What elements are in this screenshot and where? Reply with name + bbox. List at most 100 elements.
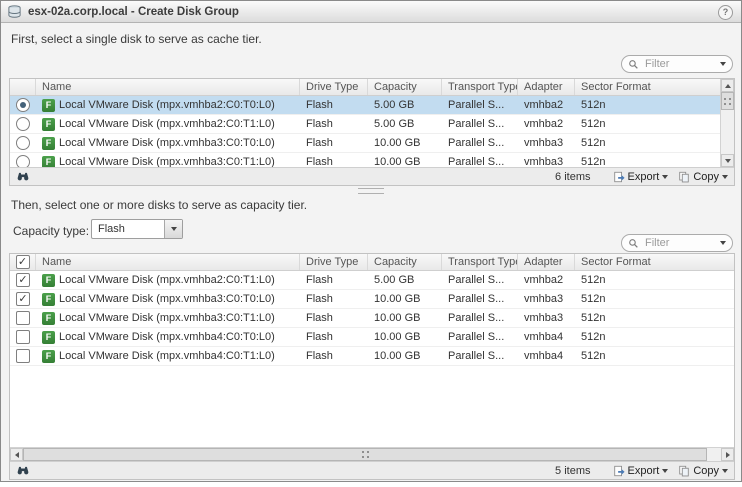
capacity-table-header: Name Drive Type Capacity Transport Type … — [10, 254, 734, 271]
table-row[interactable]: FLocal VMware Disk (mpx.vmhba2:C0:T0:L0)… — [10, 96, 720, 115]
column-header-adapter[interactable]: Adapter — [518, 79, 575, 95]
column-header-name[interactable]: Name — [36, 254, 300, 270]
transport-type-cell: Parallel S... — [442, 309, 518, 327]
dialog-titlebar: esx-02a.corp.local - Create Disk Group ? — [1, 1, 741, 23]
capacity-cell: 5.00 GB — [368, 96, 442, 114]
disk-name: Local VMware Disk (mpx.vmhba3:C0:T1:L0) — [59, 153, 275, 167]
disk-name: Local VMware Disk (mpx.vmhba2:C0:T1:L0) — [59, 115, 275, 133]
table-row[interactable]: FLocal VMware Disk (mpx.vmhba2:C0:T1:L0)… — [10, 271, 734, 290]
scrollbar-thumb[interactable] — [23, 448, 707, 461]
cache-filter-box[interactable] — [621, 55, 733, 73]
scrollbar-track[interactable] — [721, 92, 734, 154]
drive-type-cell: Flash — [300, 271, 368, 289]
capacity-table-body: FLocal VMware Disk (mpx.vmhba2:C0:T1:L0)… — [10, 271, 734, 447]
transport-type-cell: Parallel S... — [442, 115, 518, 133]
table-row[interactable]: FLocal VMware Disk (mpx.vmhba4:C0:T1:L0)… — [10, 347, 734, 366]
export-icon — [613, 171, 625, 183]
scrollbar-thumb[interactable] — [721, 92, 734, 110]
binoculars-filter-icon[interactable] — [16, 170, 30, 183]
column-header-capacity[interactable]: Capacity — [368, 79, 442, 95]
row-checkbox[interactable] — [16, 311, 30, 325]
row-checkbox[interactable] — [16, 273, 30, 287]
flash-disk-icon: F — [42, 312, 55, 325]
scroll-right-button[interactable] — [721, 448, 734, 461]
cache-filter-input[interactable] — [643, 57, 720, 71]
cache-disk-table: Name Drive Type Capacity Transport Type … — [9, 78, 735, 186]
sector-format-cell: 512n — [575, 271, 734, 289]
cache-filter-dropdown-icon[interactable] — [720, 62, 726, 66]
capacity-filter-box[interactable] — [621, 234, 733, 252]
sector-format-cell: 512n — [575, 96, 720, 114]
adapter-cell: vmhba4 — [518, 328, 575, 346]
capacity-cell: 10.00 GB — [368, 134, 442, 152]
sector-format-cell: 512n — [575, 309, 734, 327]
disk-name: Local VMware Disk (mpx.vmhba3:C0:T1:L0) — [59, 309, 275, 327]
flash-disk-icon: F — [42, 293, 55, 306]
capacity-type-select[interactable]: Flash — [91, 219, 183, 239]
table-row[interactable]: F Local VMware Disk (mpx.vmhba3:C0:T1:L0)… — [10, 309, 734, 328]
table-row[interactable]: FLocal VMware Disk (mpx.vmhba4:C0:T0:L0)… — [10, 328, 734, 347]
scroll-down-button[interactable] — [721, 154, 734, 167]
row-checkbox[interactable] — [16, 349, 30, 363]
export-button[interactable]: Export — [613, 171, 669, 183]
capacity-filter-input[interactable] — [643, 236, 720, 250]
copy-icon — [678, 465, 690, 477]
transport-type-cell: Parallel S... — [442, 96, 518, 114]
select-all-checkbox[interactable] — [16, 255, 30, 269]
capacity-cell: 10.00 GB — [368, 153, 442, 167]
copy-label: Copy — [693, 171, 719, 183]
scroll-left-button[interactable] — [10, 448, 23, 461]
column-header-sector-format[interactable]: Sector Format — [575, 254, 734, 270]
copy-button[interactable]: Copy — [678, 465, 728, 477]
copy-button[interactable]: Copy — [678, 171, 728, 183]
drive-type-cell: Flash — [300, 96, 368, 114]
radio-button[interactable] — [16, 117, 30, 131]
column-header-adapter[interactable]: Adapter — [518, 254, 575, 270]
splitter-handle[interactable] — [1, 188, 741, 194]
disk-group-icon — [7, 4, 22, 19]
copy-dropdown-icon — [722, 175, 728, 179]
table-row[interactable]: FLocal VMware Disk (mpx.vmhba3:C0:T1:L0)… — [10, 153, 720, 167]
drive-type-cell: Flash — [300, 134, 368, 152]
sector-format-cell: 512n — [575, 134, 720, 152]
adapter-cell: vmhba4 — [518, 347, 575, 365]
adapter-cell: vmhba2 — [518, 271, 575, 289]
sector-format-cell: 512n — [575, 347, 734, 365]
row-checkbox[interactable] — [16, 330, 30, 344]
dialog-title: esx-02a.corp.local - Create Disk Group — [28, 6, 239, 18]
radio-button[interactable] — [16, 136, 30, 150]
radio-button[interactable] — [16, 155, 30, 167]
help-icon[interactable]: ? — [718, 5, 733, 20]
column-header-transport-type[interactable]: Transport Type — [442, 79, 518, 95]
horizontal-scrollbar[interactable] — [10, 447, 734, 461]
disk-name: Local VMware Disk (mpx.vmhba2:C0:T0:L0) — [59, 96, 275, 114]
row-checkbox[interactable] — [16, 292, 30, 306]
scroll-up-button[interactable] — [721, 79, 734, 92]
cache-table-body: FLocal VMware Disk (mpx.vmhba2:C0:T0:L0)… — [10, 96, 720, 167]
column-header-capacity[interactable]: Capacity — [368, 254, 442, 270]
binoculars-filter-icon[interactable] — [16, 464, 30, 477]
column-header-drive-type[interactable]: Drive Type — [300, 254, 368, 270]
transport-type-cell: Parallel S... — [442, 347, 518, 365]
column-header-name[interactable]: Name — [36, 79, 300, 95]
drive-type-cell: Flash — [300, 153, 368, 167]
column-header-drive-type[interactable]: Drive Type — [300, 79, 368, 95]
flash-disk-icon: F — [42, 274, 55, 287]
export-button[interactable]: Export — [613, 465, 669, 477]
capacity-cell: 5.00 GB — [368, 115, 442, 133]
adapter-cell: vmhba2 — [518, 96, 575, 114]
table-row[interactable]: FLocal VMware Disk (mpx.vmhba2:C0:T1:L0)… — [10, 115, 720, 134]
column-header-transport-type[interactable]: Transport Type — [442, 254, 518, 270]
export-icon — [613, 465, 625, 477]
capacity-cell: 10.00 GB — [368, 328, 442, 346]
copy-icon — [678, 171, 690, 183]
column-header-sector-format[interactable]: Sector Format — [575, 79, 720, 95]
capacity-type-dropdown-button[interactable] — [164, 220, 182, 238]
radio-button[interactable] — [16, 98, 30, 112]
drive-type-cell: Flash — [300, 328, 368, 346]
capacity-filter-dropdown-icon[interactable] — [720, 241, 726, 245]
table-row[interactable]: FLocal VMware Disk (mpx.vmhba3:C0:T0:L0)… — [10, 290, 734, 309]
vertical-scrollbar[interactable] — [720, 79, 734, 167]
capacity-type-label: Capacity type: — [13, 224, 89, 238]
table-row[interactable]: FLocal VMware Disk (mpx.vmhba3:C0:T0:L0)… — [10, 134, 720, 153]
